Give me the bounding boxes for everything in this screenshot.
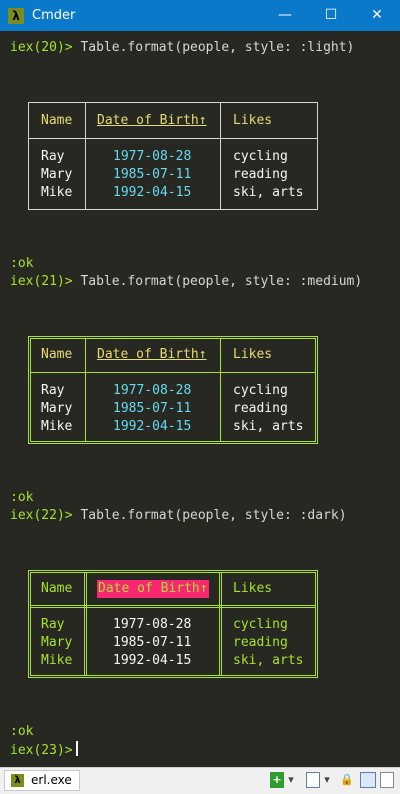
- table-light: Name Date of Birth↑ Likes Ray 1977-08-28…: [28, 102, 318, 210]
- cmder-lambda-icon[interactable]: λ: [8, 8, 24, 24]
- cell-name: Ray: [41, 617, 65, 632]
- cell-likes: cycling: [233, 617, 288, 632]
- cell-likes: cycling: [233, 149, 288, 164]
- ok-result: :ok: [10, 724, 34, 739]
- cell-date: 1985-07-11: [113, 635, 192, 650]
- text-cursor: [75, 741, 78, 756]
- prompt: iex(22)>: [10, 508, 73, 523]
- header-likes: Likes: [233, 347, 273, 362]
- header-date-of-birth: Date of Birth↑: [97, 580, 209, 598]
- terminal-output[interactable]: iex(20)> Table.format(people, style: :li…: [0, 31, 400, 767]
- split-dropdown-icon[interactable]: ▾: [322, 772, 332, 788]
- column-separator: [219, 573, 222, 675]
- header-date-of-birth: Date of Birth↑: [97, 113, 207, 128]
- cell-name: Mary: [41, 635, 73, 650]
- cell-likes: cycling: [233, 383, 288, 398]
- ok-result: :ok: [10, 256, 34, 271]
- cell-name: Mike: [41, 419, 73, 434]
- command-text: Table.format(people, style: :medium): [72, 274, 363, 289]
- table-dark: Name Date of Birth↑ Likes Ray 1977-08-28…: [28, 570, 318, 678]
- maximize-button[interactable]: ☐: [308, 0, 354, 31]
- command-text: Table.format(people, style: :dark): [72, 508, 347, 523]
- header-name: Name: [41, 347, 73, 362]
- ok-result: :ok: [10, 490, 34, 505]
- cmder-lambda-icon: λ: [11, 774, 24, 787]
- split-view-icon[interactable]: [306, 772, 320, 788]
- window-title: Cmder: [32, 8, 76, 23]
- cell-date: 1985-07-11: [113, 401, 192, 416]
- table-medium: Name Date of Birth↑ Likes Ray 1977-08-28…: [28, 336, 318, 444]
- column-separator: [84, 573, 87, 675]
- cell-date: 1977-08-28: [113, 383, 192, 398]
- new-console-dropdown-icon[interactable]: ▾: [286, 772, 296, 788]
- header-name: Name: [41, 581, 73, 596]
- cell-date: 1977-08-28: [113, 617, 192, 632]
- cell-likes: ski, arts: [233, 419, 304, 434]
- cell-date: 1992-04-15: [113, 653, 192, 668]
- close-button[interactable]: ✕: [354, 0, 400, 31]
- prompt: iex(20)>: [10, 40, 73, 55]
- menu-icon[interactable]: [380, 772, 394, 788]
- console-tab-erl[interactable]: λ erl.exe: [4, 770, 80, 791]
- cell-likes: ski, arts: [233, 653, 304, 668]
- header-likes: Likes: [233, 581, 273, 596]
- column-separator: [220, 103, 221, 209]
- cell-likes: reading: [233, 635, 288, 650]
- cell-name: Mike: [41, 653, 73, 668]
- prompt: iex(23)>: [10, 743, 73, 758]
- new-console-plus-icon[interactable]: +: [270, 772, 284, 788]
- header-separator: [31, 605, 315, 608]
- command-line-light: iex(20)> Table.format(people, style: :li…: [10, 39, 354, 57]
- status-bar: λ erl.exe + ▾ ▾ 🔒: [0, 767, 400, 794]
- cell-likes: reading: [233, 401, 288, 416]
- cell-date: 1992-04-15: [113, 419, 192, 434]
- header-name: Name: [41, 113, 73, 128]
- cell-name: Mike: [41, 185, 73, 200]
- panel-layout-icon[interactable]: [360, 772, 376, 788]
- lock-icon[interactable]: 🔒: [340, 772, 354, 788]
- minimize-button[interactable]: —: [262, 0, 308, 31]
- cell-name: Ray: [41, 149, 65, 164]
- cell-date: 1977-08-28: [113, 149, 192, 164]
- header-separator: [31, 372, 315, 373]
- cell-likes: ski, arts: [233, 185, 304, 200]
- column-separator: [85, 103, 86, 209]
- cell-date: 1992-04-15: [113, 185, 192, 200]
- tab-label: erl.exe: [31, 773, 72, 787]
- title-bar[interactable]: λ Cmder — ☐ ✕: [0, 0, 400, 31]
- current-prompt-line[interactable]: iex(23)>: [10, 741, 78, 760]
- prompt: iex(21)>: [10, 274, 73, 289]
- command-text: Table.format(people, style: :light): [72, 40, 355, 55]
- command-line-dark: iex(22)> Table.format(people, style: :da…: [10, 507, 347, 525]
- cell-name: Mary: [41, 401, 73, 416]
- header-date-of-birth: Date of Birth↑: [97, 347, 207, 362]
- cell-date: 1985-07-11: [113, 167, 192, 182]
- cell-name: Mary: [41, 167, 73, 182]
- column-separator: [85, 339, 86, 441]
- command-line-medium: iex(21)> Table.format(people, style: :me…: [10, 273, 362, 291]
- header-separator: [29, 138, 317, 139]
- cell-name: Ray: [41, 383, 65, 398]
- column-separator: [220, 339, 221, 441]
- cell-likes: reading: [233, 167, 288, 182]
- header-likes: Likes: [233, 113, 273, 128]
